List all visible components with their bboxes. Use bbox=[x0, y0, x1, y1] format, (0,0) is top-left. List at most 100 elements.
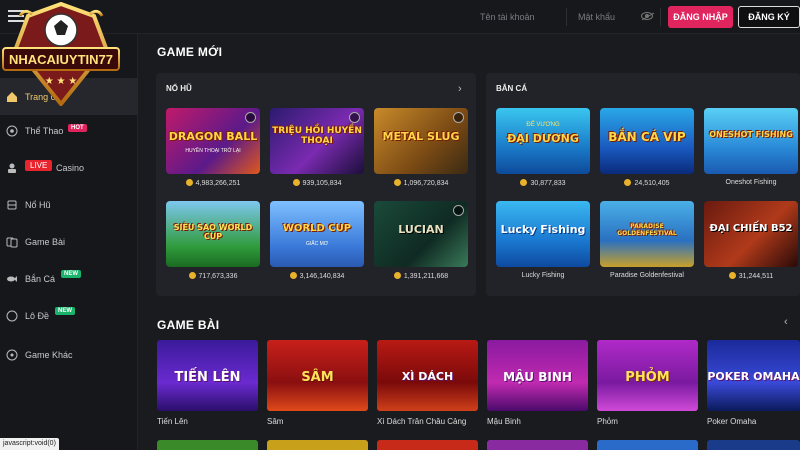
game-thumb-title: PHỎM bbox=[625, 370, 670, 385]
coin-icon bbox=[188, 272, 196, 279]
divider bbox=[566, 8, 567, 26]
game-thumb-title: POKER OMAHA bbox=[707, 370, 800, 383]
game-card-partial[interactable] bbox=[267, 440, 368, 450]
chevron-left-icon[interactable]: ‹ bbox=[784, 316, 788, 328]
game-tile-lucky-fishing[interactable]: Lucky Fishing Lucky Fishing bbox=[496, 201, 590, 287]
sidebar-item-ban-ca[interactable]: Bắn Cá NEW bbox=[0, 260, 138, 297]
game-card-partial[interactable] bbox=[597, 440, 698, 450]
game-card-mau-binh[interactable]: MẬU BINH Mậu Binh bbox=[487, 340, 588, 430]
sidebar-item-label: Lô Đề bbox=[25, 311, 50, 321]
game-name: Xì Dách Trân Châu Cảng bbox=[377, 417, 467, 426]
login-button[interactable]: ĐĂNG NHẬP bbox=[668, 6, 733, 28]
chevron-right-icon[interactable]: › bbox=[458, 83, 462, 95]
hot-badge: HOT bbox=[68, 124, 87, 132]
game-thumb-title: PARADISE GOLDENFESTIVAL bbox=[617, 223, 677, 237]
section-title-game-moi: GAME MỚI bbox=[157, 45, 223, 59]
status-bar: javascript:void(0) bbox=[0, 438, 59, 450]
new-badge: NEW bbox=[55, 307, 75, 315]
jackpot-value: 939,105,834 bbox=[270, 179, 364, 187]
game-tile-trieu-hoi[interactable]: TRIỆU HỒI HUYỀN THOẠI 939,105,834 bbox=[270, 108, 364, 194]
divider bbox=[660, 8, 661, 26]
game-card-poker-omaha[interactable]: POKER OMAHA Poker Omaha bbox=[707, 340, 800, 430]
panel-ban-ca: BẮN CÁ ĐẾ VƯƠNG ĐẠI DƯƠNG 30,877,833 BẮN… bbox=[486, 73, 800, 296]
game-thumb-title: BẮN CÁ VIP bbox=[608, 130, 686, 144]
game-tile-oneshot-fishing[interactable]: ONESHOT FISHING Oneshot Fishing bbox=[704, 108, 798, 194]
sidebar-item-casino[interactable]: LIVE Casino bbox=[0, 149, 138, 186]
game-tile-world-cup[interactable]: WORLD CUP GIẤC MƠ 3,146,140,834 bbox=[270, 201, 364, 287]
jackpot-value: 24,510,405 bbox=[600, 179, 694, 187]
svg-text:★ ★ ★: ★ ★ ★ bbox=[45, 76, 77, 87]
game-tile-lucian[interactable]: LUCIAN 1,391,211,668 bbox=[374, 201, 468, 287]
password-input[interactable] bbox=[578, 12, 638, 22]
game-name: Mậu Binh bbox=[487, 417, 521, 426]
game-card-phom[interactable]: PHỎM Phỏm bbox=[597, 340, 698, 430]
game-thumb-title: ONESHOT FISHING bbox=[709, 130, 793, 139]
coin-icon bbox=[393, 179, 401, 186]
game-card-partial[interactable] bbox=[377, 440, 478, 450]
coin-icon bbox=[292, 179, 300, 186]
new-badge: NEW bbox=[61, 270, 81, 278]
game-name: Poker Omaha bbox=[707, 417, 757, 426]
game-thumbnail: SIÊU SAO WORLD CUP bbox=[166, 201, 260, 267]
password-field[interactable] bbox=[578, 7, 638, 27]
game-name: Sâm bbox=[267, 417, 284, 426]
game-card-partial[interactable] bbox=[487, 440, 588, 450]
game-tile-ban-ca-vip[interactable]: BẮN CÁ VIP 24,510,405 bbox=[600, 108, 694, 194]
username-input[interactable] bbox=[480, 12, 560, 22]
game-thumb-title: MẬU BINH bbox=[503, 370, 572, 384]
sidebar-item-label: Casino bbox=[56, 163, 85, 173]
register-button[interactable]: ĐĂNG KÝ bbox=[738, 6, 800, 28]
site-logo[interactable]: NHACAIUYTIN77 ★ ★ ★ bbox=[2, 2, 120, 106]
game-name: Oneshot Fishing bbox=[725, 179, 777, 186]
jackpot-value: 1,391,211,668 bbox=[374, 272, 468, 280]
panel-no-hu: NỔ HŨ › DRAGON BALL HUYỀN THOẠI TRỞ LẠI … bbox=[156, 73, 476, 296]
sidebar-item-game-khac[interactable]: Game Khác bbox=[0, 336, 138, 373]
section-title-game-bai: GAME BÀI bbox=[157, 318, 220, 332]
game-thumbnail: PHỎM bbox=[597, 340, 698, 411]
username-field[interactable] bbox=[480, 7, 560, 27]
mobile-icon bbox=[453, 112, 464, 123]
game-thumb-title: SÂM bbox=[301, 370, 334, 385]
jackpot-value: 3,146,140,834 bbox=[270, 272, 364, 280]
sidebar-item-label: Thể Thao bbox=[25, 126, 64, 136]
gamepad-icon bbox=[6, 349, 18, 361]
game-tile-metal-slug[interactable]: METAL SLUG 1,096,720,834 bbox=[374, 108, 468, 194]
game-thumb-title: Lucky Fishing bbox=[500, 223, 586, 236]
panel-title: BẮN CÁ bbox=[496, 84, 528, 93]
jackpot-value: 31,244,511 bbox=[704, 272, 798, 280]
game-thumbnail: POKER OMAHA bbox=[707, 340, 800, 411]
sidebar-item-game-bai[interactable]: Game Bài bbox=[0, 223, 138, 260]
game-thumb-title: ĐẠI CHIẾN B52 bbox=[709, 223, 793, 234]
game-card-sam[interactable]: SÂM Sâm bbox=[267, 340, 368, 430]
game-tile-dai-chien-b52[interactable]: ĐẠI CHIẾN B52 31,244,511 bbox=[704, 201, 798, 287]
game-thumb-subtitle: GIẤC MƠ bbox=[305, 241, 329, 247]
sidebar-item-label: Game Bài bbox=[25, 237, 66, 247]
coin-icon bbox=[728, 272, 736, 279]
sidebar-item-lo-de[interactable]: Lô Đề NEW bbox=[0, 297, 138, 334]
game-tile-sieu-sao-world-cup[interactable]: SIÊU SAO WORLD CUP 717,673,336 bbox=[166, 201, 260, 287]
game-thumbnail: ĐẠI CHIẾN B52 bbox=[704, 201, 798, 267]
logo-text: NHACAIUYTIN77 bbox=[9, 52, 113, 67]
sidebar-item-no-hu[interactable]: Nổ Hũ bbox=[0, 186, 138, 223]
game-tile-paradise-goldenfestival[interactable]: PARADISE GOLDENFESTIVAL Paradise Goldenf… bbox=[600, 201, 694, 287]
eye-slash-icon[interactable] bbox=[641, 12, 653, 20]
game-card-xi-dach[interactable]: XÌ DÁCH Xì Dách Trân Châu Cảng bbox=[377, 340, 478, 430]
game-thumbnail: BẮN CÁ VIP bbox=[600, 108, 694, 174]
game-name: Phỏm bbox=[597, 417, 618, 426]
sidebar-item-the-thao[interactable]: Thể Thao HOT bbox=[0, 112, 138, 149]
game-card-partial[interactable] bbox=[157, 440, 258, 450]
game-card-tien-len[interactable]: TIẾN LÊN Tiến Lên bbox=[157, 340, 258, 430]
game-thumbnail: Lucky Fishing bbox=[496, 201, 590, 267]
coin-icon bbox=[289, 272, 297, 279]
game-thumb-title: LUCIAN bbox=[398, 223, 444, 236]
sidebar-item-label: Bắn Cá bbox=[25, 274, 56, 284]
game-thumbnail: PARADISE GOLDENFESTIVAL bbox=[600, 201, 694, 267]
game-thumb-title: TIẾN LÊN bbox=[174, 370, 241, 385]
mobile-icon bbox=[245, 112, 256, 123]
game-thumb-title: ĐẠI DƯƠNG bbox=[507, 132, 579, 145]
game-thumbnail: ONESHOT FISHING bbox=[704, 108, 798, 174]
coin-icon bbox=[393, 272, 401, 279]
game-tile-dragon-ball[interactable]: DRAGON BALL HUYỀN THOẠI TRỞ LẠI 4,983,26… bbox=[166, 108, 260, 194]
game-tile-de-vuong-dai-duong[interactable]: ĐẾ VƯƠNG ĐẠI DƯƠNG 30,877,833 bbox=[496, 108, 590, 194]
game-card-partial[interactable] bbox=[707, 440, 800, 450]
